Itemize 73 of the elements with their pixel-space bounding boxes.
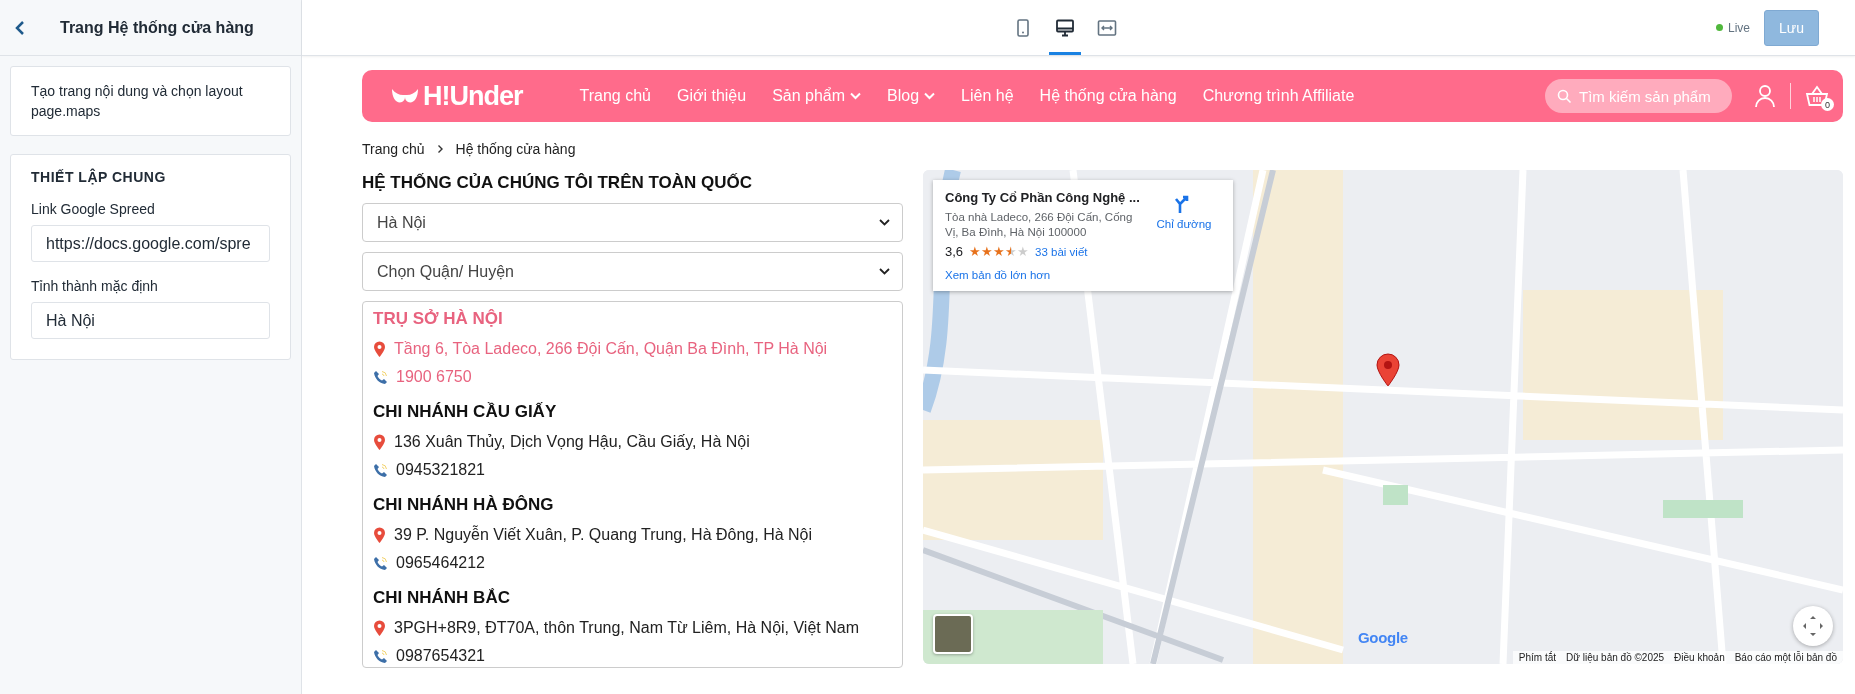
store-entry[interactable]: CHI NHÁNH BẮC 3PGH+8R9, ĐT70A, thôn Trung, Nam Từ Liêm, Hà Nội, Việt Nam 0987654321	[373, 587, 892, 666]
location-pin-icon	[373, 526, 386, 544]
text-field[interactable]: Hà Nội	[31, 302, 270, 339]
map-marker-icon	[1376, 353, 1400, 387]
cart-count: 0	[1821, 98, 1834, 111]
layout-note: Tạo trang nội dung và chọn layout page.maps	[31, 82, 244, 121]
nav-link[interactable]: Trang chủ	[566, 87, 664, 105]
mobile-view-icon	[1016, 18, 1030, 37]
select-field[interactable]: Hà Nội	[362, 203, 903, 242]
user-icon[interactable]	[1754, 84, 1776, 108]
field-label: Tỉnh thành mặc định	[31, 278, 159, 294]
map-footer-link[interactable]: Điều khoản	[1674, 652, 1725, 663]
breadcrumb-current: Hệ thống cửa hàng	[455, 141, 576, 157]
location-pin-icon	[373, 433, 386, 451]
phone-icon	[373, 648, 388, 664]
store-address: 3PGH+8R9, ĐT70A, thôn Trung, Nam Từ Liêm, Hà Nội, Việt Nam	[394, 618, 859, 638]
sidebar-title: Trang Hệ thống cửa hàng	[60, 18, 254, 37]
breadcrumb-link[interactable]: Trang chủ	[362, 141, 425, 157]
directions-button[interactable]: Chỉ đường	[1147, 190, 1221, 259]
text-field[interactable]: https://docs.google.com/spre	[31, 225, 270, 262]
store-address: Tầng 6, Tòa Ladeco, 266 Đội Cấn, Quận Ba Đình, TP Hà Nội	[394, 339, 828, 359]
store-logo[interactable]: H!Under	[423, 80, 523, 112]
satellite-thumbnail[interactable]	[933, 614, 973, 654]
back-icon[interactable]	[14, 19, 26, 36]
star-rating: ★★★★★	[969, 244, 1030, 259]
store-name: CHI NHÁNH BẮC	[373, 587, 511, 609]
map-footer-link[interactable]: Báo cáo một lỗi bản đồ	[1734, 652, 1837, 663]
nav-link[interactable]: Hệ thống cửa hàng	[1026, 87, 1190, 105]
larger-map-link[interactable]: Xem bản đồ lớn hơn	[945, 269, 1051, 281]
basket-icon[interactable]	[1805, 85, 1829, 107]
chevron-down-icon	[924, 92, 936, 100]
map-footer-link[interactable]: Dữ liệu bản đồ ©2025	[1566, 652, 1665, 663]
section-heading: HỆ THỐNG CỦA CHÚNG TÔI TRÊN TOÀN QUỐC	[362, 173, 754, 193]
location-pin-icon	[373, 619, 386, 637]
store-entry[interactable]: CHI NHÁNH HÀ ĐÔNG 39 P. Nguyễn Viết Xuân, P. Quang Trung, Hà Đông, Hà Nội 0965464212	[373, 494, 892, 573]
nav-link[interactable]: Chương trình Affiliate	[1189, 87, 1368, 105]
store-address: 136 Xuân Thủy, Dịch Vọng Hậu, Cầu Giấy, Hà Nội	[394, 432, 750, 452]
map-logo: Google	[1358, 629, 1408, 646]
store-phone: 0987654321	[396, 646, 485, 666]
nav-link[interactable]: Blog	[874, 87, 949, 105]
location-pin-icon	[373, 340, 386, 358]
desktop-view-icon	[1055, 18, 1075, 37]
chevron-right-icon	[436, 144, 444, 154]
store-entry[interactable]: CHI NHÁNH CẦU GIẤY 136 Xuân Thủy, Dịch Vọng Hậu, Cầu Giấy, Hà Nội 0945321821	[373, 401, 892, 480]
nav-link[interactable]: Giới thiệu	[663, 87, 760, 105]
select-field[interactable]: Chọn Quận/ Huyện	[362, 252, 903, 291]
store-phone: 1900 6750	[396, 367, 472, 387]
store-phone: 0965464212	[396, 553, 485, 573]
chevron-down-icon	[879, 219, 890, 226]
store-name: CHI NHÁNH HÀ ĐÔNG	[373, 494, 555, 516]
full-width-view-icon	[1097, 18, 1117, 37]
phone-icon	[373, 555, 388, 571]
search-field[interactable]: Tìm kiếm sản phẩm	[1545, 79, 1732, 113]
chevron-down-icon	[879, 268, 890, 275]
store-phone: 0945321821	[396, 460, 485, 480]
reviews-link[interactable]: 33 bài viết	[1035, 245, 1088, 258]
fullscreen-icon	[1802, 615, 1824, 637]
store-address: 39 P. Nguyễn Viết Xuân, P. Quang Trung, Hà Đông, Hà Nội	[394, 525, 813, 545]
place-address: Tòa nhà Ladeco, 266 Đội Cấn, Cống Vị, Ba Đình, Hà Nội 100000	[945, 210, 1134, 240]
place-name: Công Ty Cổ Phần Công Nghệ ...	[945, 190, 1141, 205]
store-name: TRỤ SỞ HÀ NỘI	[373, 308, 504, 330]
nav-link[interactable]: Liên hệ	[948, 87, 1027, 105]
nav-link[interactable]: Sản phẩm	[759, 87, 875, 105]
live-status: Live	[1716, 20, 1750, 35]
chevron-down-icon	[850, 92, 862, 100]
store-entry[interactable]: TRỤ SỞ HÀ NỘI Tầng 6, Tòa Ladeco, 266 Đội Cấn, Quận Ba Đình, TP Hà Nội 1900 6750	[373, 308, 892, 387]
section-title: THIẾT LẬP CHUNG	[31, 169, 167, 185]
phone-icon	[373, 369, 388, 385]
map-footer-link[interactable]: Phím tắt	[1518, 652, 1557, 663]
rating-value: 3,6	[945, 244, 964, 259]
phone-icon	[373, 462, 388, 478]
field-label: Link Google Spreed	[31, 201, 156, 217]
store-name: CHI NHÁNH CẦU GIẤY	[373, 401, 558, 423]
